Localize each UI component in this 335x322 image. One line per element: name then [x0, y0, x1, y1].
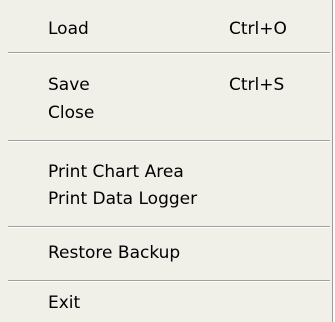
menu-item-save[interactable]: Save Ctrl+S [0, 70, 330, 100]
menu-item-label: Save [48, 75, 90, 95]
menu-item-print-data-logger[interactable]: Print Data Logger [0, 184, 330, 214]
menu-item-print-chart-area[interactable]: Print Chart Area [0, 157, 330, 187]
menu-item-shortcut: Ctrl+O [229, 19, 287, 39]
menu-item-label: Exit [48, 293, 81, 313]
menu-item-restore-backup[interactable]: Restore Backup [0, 238, 330, 268]
file-menu: Load Ctrl+O Save Ctrl+S Close Print Char… [0, 0, 333, 322]
menu-separator [8, 140, 330, 142]
menu-item-shortcut: Ctrl+S [229, 75, 285, 95]
menu-separator [8, 280, 330, 282]
menu-item-label: Print Chart Area [48, 162, 184, 182]
menu-item-label: Load [48, 19, 89, 39]
menu-item-exit[interactable]: Exit [0, 288, 330, 318]
menu-item-label: Restore Backup [48, 243, 181, 263]
menu-separator [8, 226, 330, 228]
menu-item-label: Print Data Logger [48, 189, 198, 209]
menu-item-load[interactable]: Load Ctrl+O [0, 14, 330, 44]
menu-item-label: Close [48, 103, 95, 123]
menu-separator [8, 52, 330, 54]
menu-item-close[interactable]: Close [0, 98, 330, 128]
